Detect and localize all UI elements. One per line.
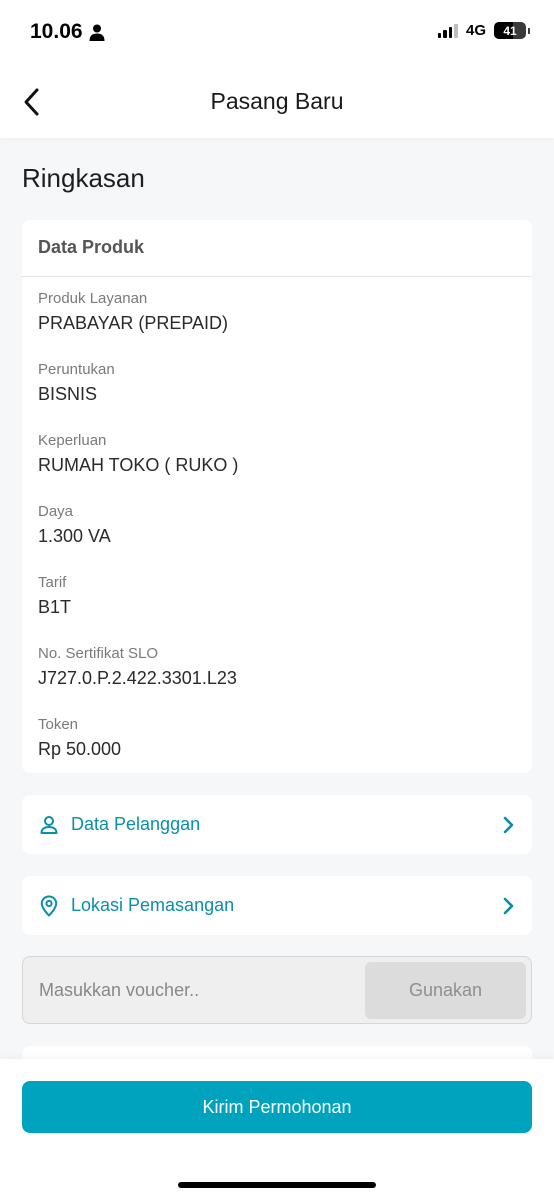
customer-data-link[interactable]: Data Pelanggan: [22, 795, 532, 854]
installation-location-link[interactable]: Lokasi Pemasangan: [22, 876, 532, 935]
field-value: Rp 50.000: [38, 739, 122, 759]
field-daya: Daya 1.300 VA: [38, 503, 111, 547]
voucher-input[interactable]: [23, 957, 363, 1023]
section-title: Ringkasan: [22, 163, 145, 193]
field-sertifikat-slo: No. Sertifikat SLO J727.0.P.2.422.3301.L…: [38, 645, 237, 689]
field-value: 1.300 VA: [38, 526, 111, 546]
field-label: Tarif: [38, 574, 67, 591]
submit-request-button[interactable]: Kirim Permohonan: [22, 1081, 532, 1133]
network-label: 4G: [465, 22, 486, 39]
home-indicator: [178, 1182, 376, 1188]
battery-icon: 41: [494, 22, 526, 39]
field-produk-layanan: Produk Layanan PRABAYAR (PREPAID): [38, 290, 228, 334]
field-label: Peruntukan: [38, 361, 115, 378]
product-data-card: Data Produk Produk Layanan PRABAYAR (PRE…: [22, 220, 532, 773]
field-label: Token: [38, 716, 79, 733]
apply-voucher-button[interactable]: Gunakan: [365, 962, 526, 1019]
status-bar: 10.06 4G 41: [0, 0, 554, 66]
footer: Kirim Permohonan: [0, 1059, 554, 1200]
location-pin-icon: [38, 895, 60, 917]
person-icon: [89, 24, 105, 41]
chevron-right-icon: [503, 897, 514, 914]
status-time-group: 10.06: [30, 20, 105, 44]
page-title: Pasang Baru: [210, 88, 344, 114]
field-label: Produk Layanan: [38, 290, 148, 307]
field-tarif: Tarif B1T: [38, 574, 71, 618]
field-label: No. Sertifikat SLO: [38, 645, 159, 662]
field-keperluan: Keperluan RUMAH TOKO ( RUKO ): [38, 432, 238, 476]
battery-level: 41: [503, 23, 517, 38]
app-header: Pasang Baru: [0, 66, 554, 138]
field-label: Keperluan: [38, 432, 107, 449]
chevron-right-icon: [503, 816, 514, 833]
person-icon: [38, 814, 60, 836]
status-indicators: 4G 41: [437, 22, 530, 39]
field-peruntukan: Peruntukan BISNIS: [38, 361, 115, 405]
battery-nub: [528, 27, 530, 34]
field-value: PRABAYAR (PREPAID): [38, 313, 229, 333]
field-label: Daya: [38, 503, 74, 520]
card-title: Data Produk: [22, 220, 532, 277]
customer-data-label: Data Pelanggan: [71, 814, 201, 834]
field-value: J727.0.P.2.422.3301.L23: [38, 668, 237, 688]
voucher-box: Gunakan: [22, 956, 532, 1024]
field-token: Token Rp 50.000: [38, 716, 121, 760]
field-value: BISNIS: [38, 384, 98, 404]
installation-location-label: Lokasi Pemasangan: [71, 895, 235, 915]
field-value: RUMAH TOKO ( RUKO ): [38, 455, 239, 475]
status-time: 10.06: [30, 20, 83, 43]
signal-icon: [437, 23, 458, 38]
field-value: B1T: [38, 597, 72, 617]
